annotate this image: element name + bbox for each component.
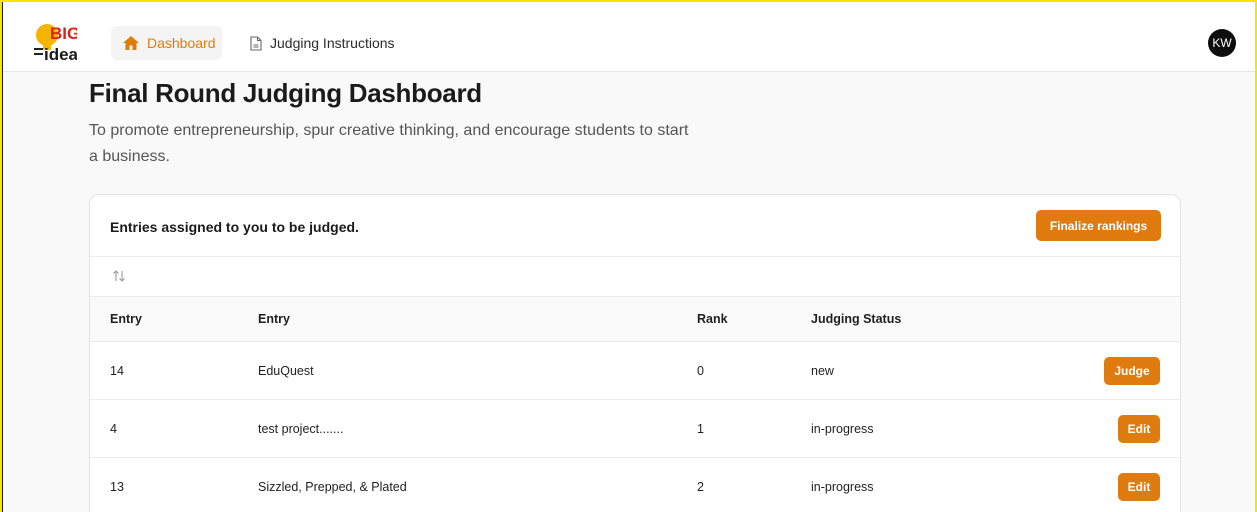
entry-id: 13 (110, 479, 124, 494)
edit-button[interactable]: Edit (1118, 414, 1160, 443)
nav-dashboard[interactable]: Dashboard (111, 26, 222, 60)
entry-name: test project....... (258, 421, 344, 436)
table-row: 14 EduQuest 0 new Judge (90, 342, 1180, 400)
column-header-entry-name[interactable]: Entry (258, 312, 290, 326)
entries-card: Entries assigned to you to be judged. Fi… (89, 194, 1181, 512)
card-title: Entries assigned to you to be judged. (110, 219, 359, 235)
entry-rank: 2 (697, 479, 704, 494)
nav-dashboard-label: Dashboard (147, 35, 216, 51)
lightbulb-icon: BIG idea (34, 24, 80, 64)
entry-rank: 1 (697, 421, 704, 436)
page-title: Final Round Judging Dashboard (89, 78, 482, 108)
sort-toolbar (90, 257, 1180, 297)
entry-name: Sizzled, Prepped, & Plated (258, 479, 407, 494)
nav-judging-label: Judging Instructions (270, 35, 395, 51)
entry-id: 14 (110, 363, 124, 378)
entry-status: in-progress (811, 479, 874, 494)
finalize-rankings-button[interactable]: Finalize rankings (1036, 210, 1161, 241)
page-subtitle: To promote entrepreneurship, spur creati… (89, 122, 689, 165)
entry-id: 4 (110, 421, 117, 436)
column-header-rank[interactable]: Rank (697, 312, 728, 326)
user-avatar[interactable]: KW (1208, 29, 1236, 57)
entry-status: in-progress (811, 421, 874, 436)
card-header: Entries assigned to you to be judged. Fi… (90, 195, 1180, 257)
table-header-row: Entry Entry Rank Judging Status (90, 297, 1180, 342)
sort-icon[interactable] (112, 269, 126, 283)
document-icon (250, 35, 262, 51)
column-header-judging-status[interactable]: Judging Status (811, 312, 901, 326)
table-row: 13 Sizzled, Prepped, & Plated 2 in-progr… (90, 458, 1180, 512)
entry-status: new (811, 363, 834, 378)
judge-button[interactable]: Judge (1104, 356, 1160, 385)
window-edge (0, 0, 3, 512)
home-icon (123, 36, 139, 50)
entry-rank: 0 (697, 363, 704, 378)
nav-judging-instructions[interactable]: Judging Instructions (238, 26, 407, 60)
column-header-entry-id[interactable]: Entry (110, 312, 142, 326)
logo-text-big: BIG (50, 24, 77, 43)
top-navbar: BIG idea Dashboard Judging Instructions … (0, 0, 1257, 72)
entry-name: EduQuest (258, 363, 314, 378)
edit-button[interactable]: Edit (1118, 472, 1160, 501)
table-row: 4 test project....... 1 in-progress Edit (90, 400, 1180, 458)
logo-text-idea: idea (44, 45, 77, 64)
big-idea-logo[interactable]: BIG idea (33, 19, 80, 65)
